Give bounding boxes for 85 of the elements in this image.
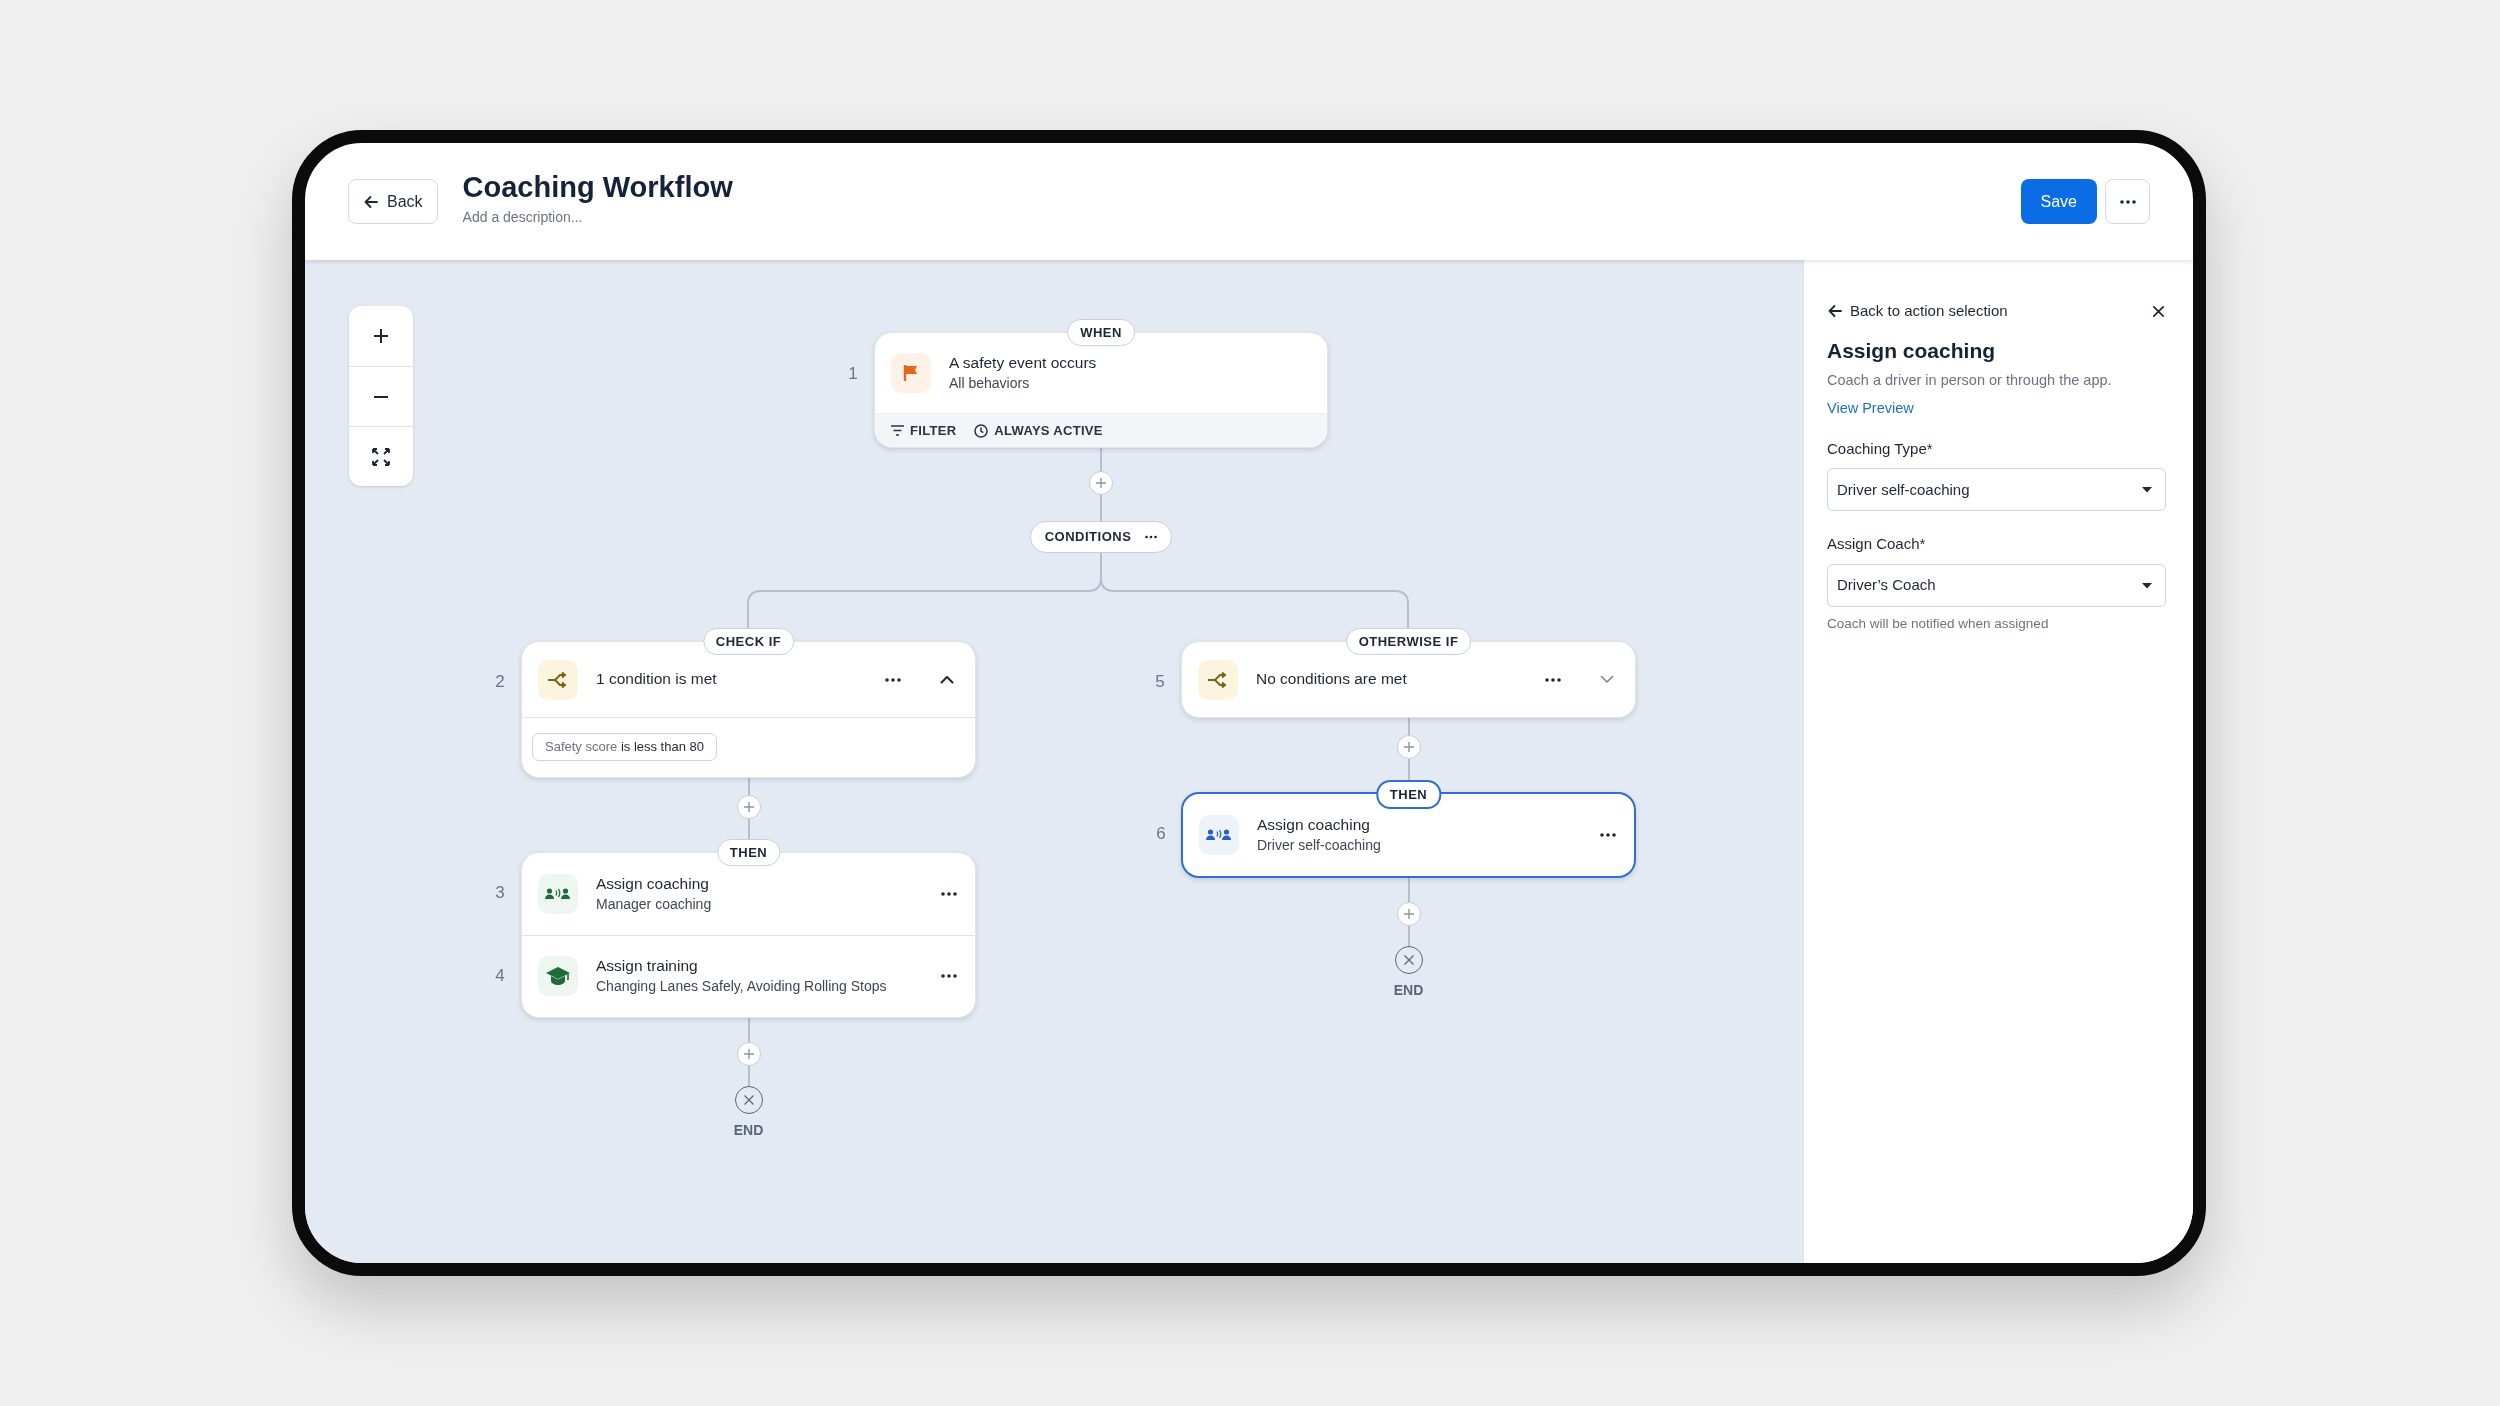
action-title: Assign training <box>596 956 699 977</box>
connector-line <box>1100 448 1102 471</box>
step-badge: THEN <box>1375 780 1442 809</box>
filter-icon <box>891 425 904 436</box>
branch-icon <box>538 659 578 700</box>
connector-line <box>1407 718 1410 735</box>
step-badge: THEN <box>716 838 781 866</box>
plus-icon <box>1095 477 1107 489</box>
chevron-up-icon <box>940 675 954 684</box>
plus-icon <box>1402 908 1415 920</box>
back-arrow-icon <box>1827 303 1843 320</box>
end-label: END <box>733 1120 764 1140</box>
plus-icon <box>742 800 755 813</box>
action-title: Assign coaching <box>1257 815 1371 836</box>
view-preview-link[interactable]: View Preview <box>1827 397 1914 420</box>
step-number: 3 <box>494 881 506 904</box>
connector-line <box>747 1017 750 1042</box>
back-arrow-icon <box>363 193 379 210</box>
step-number: 2 <box>494 671 506 693</box>
more-button[interactable] <box>1545 677 1561 682</box>
more-icon <box>941 974 957 978</box>
select-field[interactable]: Driver’s Coach <box>1827 563 2166 607</box>
more-button[interactable] <box>1145 535 1158 539</box>
action-title: Assign coaching <box>596 873 710 894</box>
condition-title: No conditions are met <box>1256 669 1408 690</box>
action-subtitle: Driver self-coaching <box>1257 836 1382 855</box>
close-icon <box>1402 954 1415 966</box>
collapse-button[interactable] <box>937 675 957 684</box>
expand-icon <box>371 446 391 467</box>
back-button[interactable]: Back <box>348 179 438 224</box>
end-label: END <box>1393 981 1424 1000</box>
flag-icon <box>891 353 931 393</box>
panel-title: Assign coaching <box>1827 337 1997 364</box>
more-button[interactable] <box>1600 833 1616 837</box>
caret-icon <box>2141 581 2153 589</box>
step-number: 6 <box>1155 823 1167 845</box>
select-field[interactable]: Driver self-coaching <box>1827 468 2166 512</box>
clock-icon <box>974 423 989 438</box>
more-icon <box>885 677 901 682</box>
panel-description: Coach a driver in person or through the app. <box>1827 371 2113 390</box>
more-button[interactable] <box>885 677 901 682</box>
more-icon <box>1600 833 1616 837</box>
plus-icon <box>1402 741 1415 753</box>
conditions-label: CONDITIONS <box>1044 528 1132 547</box>
close-icon <box>742 1093 755 1106</box>
step-badge: CHECK IF <box>702 628 795 655</box>
connector-line <box>747 777 750 795</box>
chevron-down-icon <box>1600 675 1614 684</box>
condition-title: 1 condition is met <box>596 669 718 690</box>
more-icon <box>1145 535 1158 539</box>
action-subtitle: Manager coaching <box>596 894 713 914</box>
field-label: Coaching Type* <box>1827 438 1934 459</box>
connector-line <box>1407 926 1410 946</box>
description-field[interactable]: Add a description... <box>462 206 763 228</box>
more-button[interactable] <box>941 974 957 978</box>
close-icon <box>2151 303 2166 319</box>
connector-line <box>1407 878 1410 902</box>
field-label: Assign Coach* <box>1827 534 1927 555</box>
trigger-subtitle: All behaviors <box>949 374 1031 393</box>
workflow-title: Coaching Workflow <box>462 170 734 205</box>
plus-icon <box>742 1047 755 1060</box>
more-icon <box>2119 199 2136 204</box>
caret-icon <box>2141 486 2153 494</box>
schedule-button[interactable]: ALWAYS ACTIVE <box>974 420 1103 441</box>
more-icon <box>941 891 957 896</box>
branch-icon <box>1198 659 1238 700</box>
filter-button[interactable]: FILTER <box>891 420 957 441</box>
condition-chip: Safety score is less than 80 <box>532 733 717 761</box>
action-subtitle: Changing Lanes Safely, Avoiding Rolling Stops <box>596 977 888 996</box>
step-badge: WHEN <box>1067 319 1135 346</box>
connector-line <box>1100 495 1102 521</box>
plus-icon <box>372 327 390 345</box>
close-button[interactable] <box>2151 303 2166 319</box>
step-number: 1 <box>847 363 859 385</box>
step-number: 5 <box>1154 671 1166 693</box>
connector-line <box>747 1065 750 1086</box>
trigger-title: A safety event occurs <box>949 353 1097 374</box>
helper-text: Coach will be notified when assigned <box>1827 614 2050 633</box>
save-button[interactable]: Save <box>2020 179 2097 224</box>
minus-icon <box>374 395 388 398</box>
more-button[interactable] <box>941 891 957 896</box>
back-link[interactable]: Back to action selection <box>1827 300 2008 323</box>
more-icon <box>1545 677 1561 682</box>
step-badge: OTHERWISE IF <box>1345 628 1472 655</box>
step-number: 4 <box>494 964 506 987</box>
